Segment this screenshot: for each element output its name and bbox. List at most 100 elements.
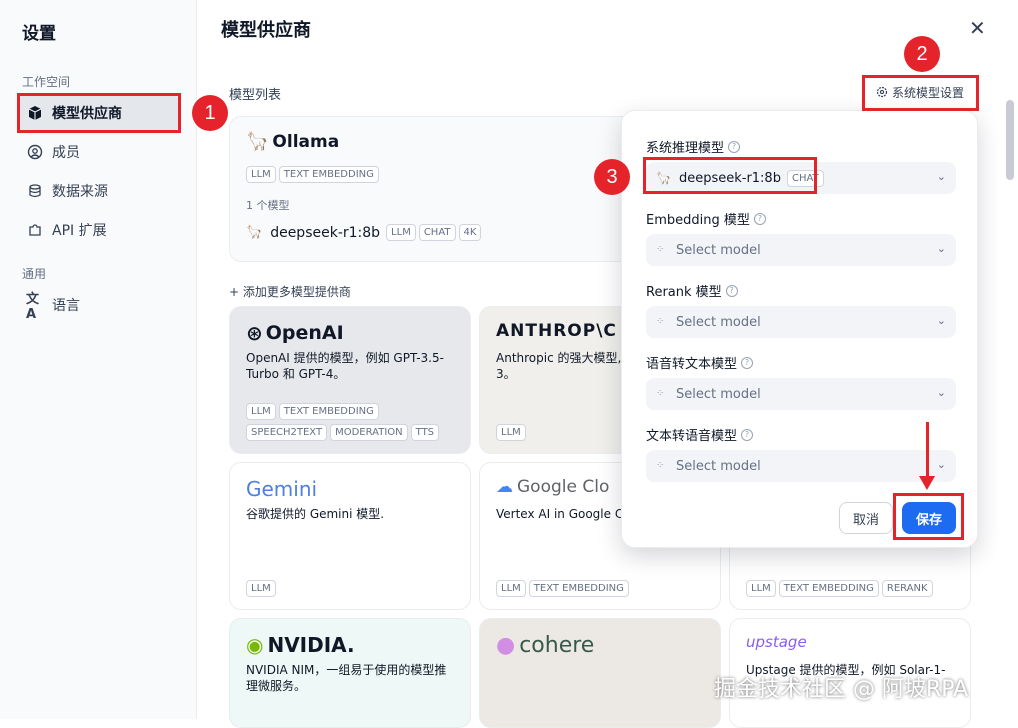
reasoning-model-label: 系统推理模型? bbox=[646, 137, 741, 156]
model-name: deepseek-r1:8b bbox=[270, 224, 381, 241]
tag: CHAT bbox=[418, 224, 456, 241]
model-placeholder-icon: ⁘ bbox=[656, 460, 665, 471]
annotation-marker-2: 2 bbox=[904, 36, 940, 72]
gemini-logo: Gemini bbox=[246, 477, 317, 501]
rerank-model-label: Rerank 模型? bbox=[646, 281, 738, 300]
label-text: 系统推理模型 bbox=[646, 141, 725, 156]
tag: SPEECH2TEXT bbox=[246, 424, 328, 441]
watermark: 掘金技术社区 @ 阿坡RPA bbox=[714, 677, 969, 702]
upstage-logo: upstage bbox=[746, 633, 807, 651]
ollama-tags: LLM TEXT EMBEDDING bbox=[246, 162, 382, 183]
tag: LLM bbox=[246, 166, 276, 183]
provider-card-openai[interactable]: ⊛ OpenAI OpenAI 提供的模型，例如 GPT-3.5-Turbo 和… bbox=[229, 306, 471, 454]
chevron-down-icon: ⌄ bbox=[936, 314, 946, 327]
add-more-providers[interactable]: + 添加更多模型提供商 bbox=[229, 283, 351, 300]
llama-icon: 🦙 bbox=[246, 225, 263, 240]
provider-name: Google Clo bbox=[517, 477, 610, 497]
annotation-arrow bbox=[926, 422, 929, 482]
label-text: 文本转语音模型 bbox=[646, 429, 738, 444]
sidebar-item-label: 语言 bbox=[52, 298, 80, 314]
sidebar-item-label: 数据来源 bbox=[52, 184, 108, 200]
tag: TEXT EMBEDDING bbox=[528, 580, 629, 597]
annotation-box-1 bbox=[17, 93, 181, 133]
tag: TEXT EMBEDDING bbox=[778, 580, 879, 597]
tag: LLM bbox=[246, 403, 276, 420]
tag: LLM bbox=[386, 224, 416, 241]
nvidia-eye-icon: ◉ bbox=[246, 633, 264, 657]
tag: TEXT EMBEDDING bbox=[278, 403, 379, 420]
model-list-label: 模型列表 bbox=[229, 88, 282, 103]
provider-name: upstage bbox=[746, 633, 807, 651]
text-to-speech-model-select[interactable]: ⁘ Select model ⌄ bbox=[646, 450, 956, 482]
help-icon[interactable]: ? bbox=[741, 428, 754, 441]
ollama-provider-card: 🦙 Ollama LLM TEXT EMBEDDING 1 个模型 🦙 deeps… bbox=[229, 116, 649, 262]
label-text: 语音转文本模型 bbox=[646, 357, 738, 372]
page-title: 模型供应商 bbox=[221, 20, 311, 41]
help-icon[interactable]: ? bbox=[741, 356, 754, 369]
provider-name: OpenAI bbox=[265, 322, 344, 344]
provider-tags: LLM TEXT EMBEDDING bbox=[496, 576, 710, 597]
cohere-logo: ● cohere bbox=[496, 633, 594, 658]
annotation-arrow-head bbox=[919, 476, 935, 490]
nvidia-logo: ◉ NVIDIA. bbox=[246, 633, 355, 657]
sidebar-item-language[interactable]: 文A 语言 bbox=[18, 287, 180, 323]
scrollbar[interactable] bbox=[1006, 100, 1014, 180]
model-count: 1 个模型 bbox=[246, 199, 290, 212]
sidebar-item-data-source[interactable]: 数据来源 bbox=[18, 173, 180, 209]
text-to-speech-model-label: 文本转语音模型? bbox=[646, 425, 754, 444]
model-placeholder-icon: ⁘ bbox=[656, 388, 665, 399]
cancel-button[interactable]: 取消 bbox=[839, 502, 893, 534]
rerank-model-select[interactable]: ⁘ Select model ⌄ bbox=[646, 306, 956, 338]
help-icon[interactable]: ? bbox=[725, 284, 738, 297]
select-placeholder: Select model bbox=[676, 242, 761, 258]
tag: TEXT EMBEDDING bbox=[278, 166, 379, 183]
chevron-down-icon: ⌄ bbox=[936, 386, 946, 399]
tag: 4K bbox=[458, 224, 482, 241]
sidebar-item-api-extension[interactable]: API 扩展 bbox=[18, 212, 180, 248]
model-row[interactable]: 🦙 deepseek-r1:8b LLM CHAT 4K bbox=[246, 224, 484, 241]
model-placeholder-icon: ⁘ bbox=[656, 244, 665, 255]
provider-card-nvidia[interactable]: ◉ NVIDIA. NVIDIA NIM，一组易于使用的模型推理微服务。 bbox=[229, 618, 471, 728]
help-icon[interactable]: ? bbox=[728, 140, 741, 153]
anthropic-logo: ANTHROP\C bbox=[496, 321, 617, 341]
tag: LLM bbox=[746, 580, 776, 597]
provider-card-cohere[interactable]: ● cohere bbox=[479, 618, 721, 728]
tag: TTS bbox=[410, 424, 440, 441]
cohere-icon: ● bbox=[496, 633, 516, 658]
tag: MODERATION bbox=[330, 424, 408, 441]
annotation-box-2 bbox=[862, 75, 979, 111]
provider-name: Gemini bbox=[246, 477, 318, 501]
provider-card-gemini[interactable]: Gemini 谷歌提供的 Gemini 模型. LLM bbox=[229, 462, 471, 610]
help-icon[interactable]: ? bbox=[753, 212, 766, 225]
speech-to-text-model-select[interactable]: ⁘ Select model ⌄ bbox=[646, 378, 956, 410]
openai-icon: ⊛ bbox=[246, 321, 263, 345]
provider-name: cohere bbox=[519, 633, 595, 658]
chevron-down-icon: ⌄ bbox=[936, 458, 946, 471]
select-placeholder: Select model bbox=[676, 386, 761, 402]
provider-desc: NVIDIA NIM，一组易于使用的模型推理微服务。 bbox=[246, 663, 447, 693]
provider-tags: LLM TEXT EMBEDDING SPEECH2TEXT MODERATION TT… bbox=[246, 399, 460, 441]
tag: RERANK bbox=[881, 580, 933, 597]
embedding-model-select[interactable]: ⁘ Select model ⌄ bbox=[646, 234, 956, 266]
sidebar-item-members[interactable]: 成员 bbox=[18, 134, 180, 170]
model-placeholder-icon: ⁘ bbox=[656, 316, 665, 327]
close-icon[interactable]: ✕ bbox=[969, 16, 986, 40]
provider-desc: 谷歌提供的 Gemini 模型. bbox=[246, 507, 385, 521]
annotation-marker-1: 1 bbox=[192, 95, 228, 131]
select-placeholder: Select model bbox=[676, 314, 761, 330]
sidebar-item-label: 成员 bbox=[52, 145, 80, 161]
provider-name: ANTHROP\C bbox=[496, 321, 617, 341]
tag: LLM bbox=[246, 580, 276, 597]
tag: LLM bbox=[496, 580, 526, 597]
speech-to-text-model-label: 语音转文本模型? bbox=[646, 353, 754, 372]
openai-logo: ⊛ OpenAI bbox=[246, 321, 344, 345]
chevron-down-icon: ⌄ bbox=[936, 242, 946, 255]
annotation-box-save bbox=[893, 493, 964, 540]
provider-desc: OpenAI 提供的模型，例如 GPT-3.5-Turbo 和 GPT-4。 bbox=[246, 351, 444, 381]
label-text: Rerank 模型 bbox=[646, 285, 722, 300]
ollama-name: Ollama bbox=[272, 131, 340, 152]
llama-icon: 🦙 bbox=[246, 131, 269, 152]
annotation-box-3 bbox=[643, 157, 817, 194]
provider-tags: LLM bbox=[246, 576, 460, 597]
user-icon bbox=[26, 143, 44, 161]
